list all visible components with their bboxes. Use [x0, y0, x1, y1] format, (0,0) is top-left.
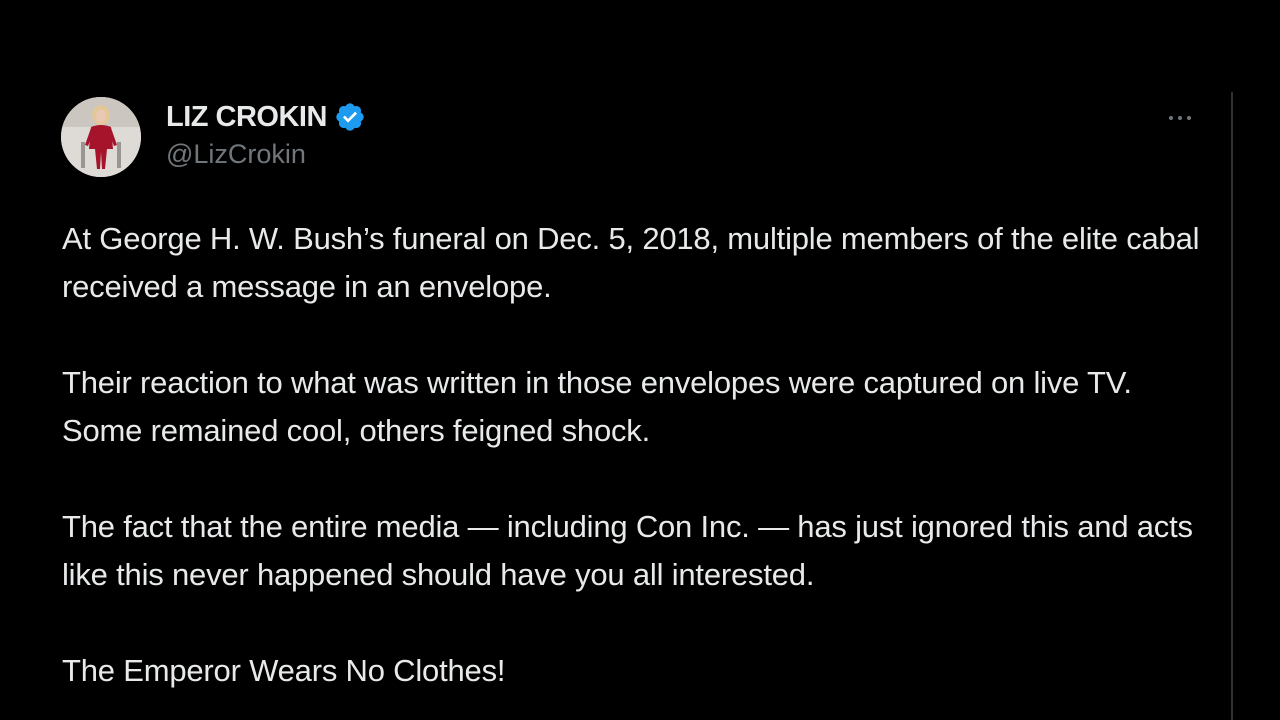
tweet-card: LIZ CROKIN @LizCrokin At George H. W. Bu…: [0, 0, 1280, 720]
author-block: LIZ CROKIN @LizCrokin: [166, 99, 366, 170]
tweet-text: At George H. W. Bush’s funeral on Dec. 5…: [62, 215, 1212, 695]
verified-badge-icon[interactable]: [334, 101, 366, 133]
avatar[interactable]: [61, 97, 141, 177]
author-name-row: LIZ CROKIN: [166, 99, 366, 135]
ellipsis-icon: [1169, 116, 1173, 120]
timeline-divider: [1231, 92, 1233, 720]
ellipsis-icon: [1178, 116, 1182, 120]
more-options-button[interactable]: [1160, 104, 1200, 132]
tweet-paragraph: The Emperor Wears No Clothes!: [62, 653, 506, 688]
author-display-name[interactable]: LIZ CROKIN: [166, 101, 327, 134]
tweet-paragraph: At George H. W. Bush’s funeral on Dec. 5…: [62, 221, 1200, 304]
author-handle[interactable]: @LizCrokin: [166, 139, 366, 170]
ellipsis-icon: [1187, 116, 1191, 120]
profile-photo-icon: [61, 97, 141, 177]
tweet-paragraph: Their reaction to what was written in th…: [62, 365, 1132, 448]
tweet-paragraph: The fact that the entire media — includi…: [62, 509, 1193, 592]
